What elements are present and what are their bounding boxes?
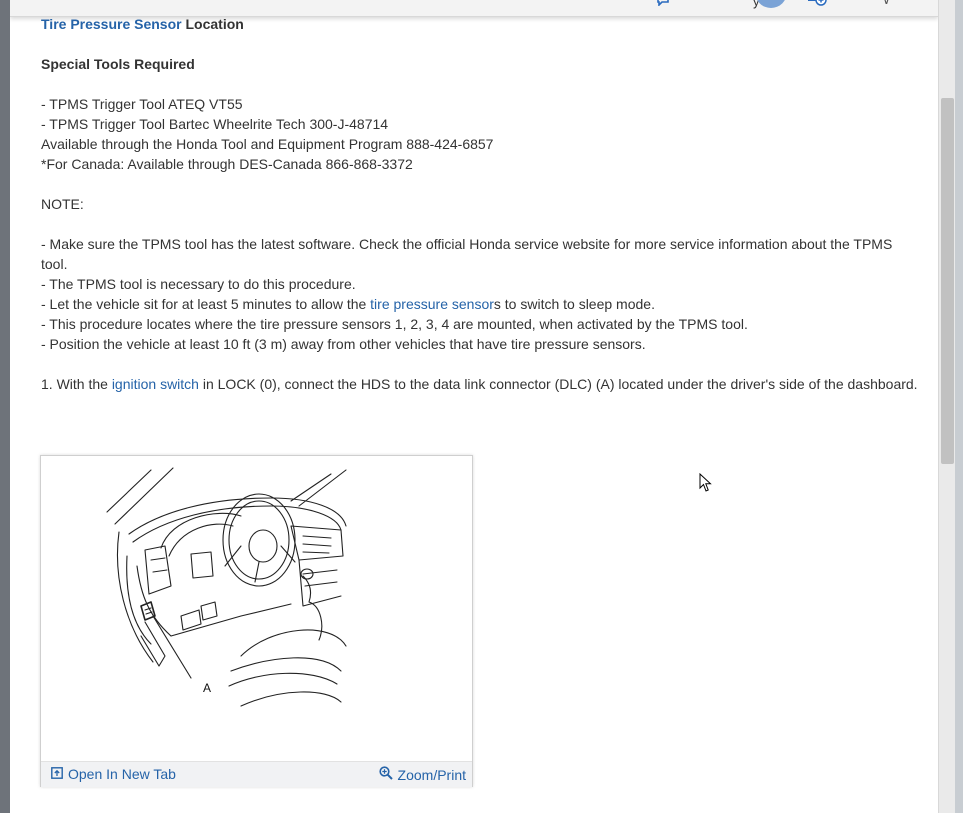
step-text: in LOCK (0), connect the HDS to the data… [198, 376, 918, 392]
note-item: - Make sure the TPMS tool has the latest… [41, 236, 893, 272]
left-window-edge [0, 0, 10, 813]
tool-item: - TPMS Trigger Tool Bartec Wheelrite Tec… [41, 116, 389, 132]
search-icon[interactable] [656, 0, 670, 7]
note-item: - This procedure locates where the tire … [41, 316, 748, 332]
dlc-location-figure: A Open In New Tab Zoom/Print [40, 455, 473, 787]
note-item: - Position the vehicle at least 10 ft (3… [41, 336, 646, 352]
page-title: Tire Pressure Sensor Location [41, 14, 921, 34]
availability-text: Available through the Honda Tool and Equ… [41, 136, 494, 152]
ignition-switch-link[interactable]: ignition switch [112, 376, 199, 392]
special-tools-heading: Special Tools Required [41, 56, 195, 72]
tool-item: - TPMS Trigger Tool ATEQ VT55 [41, 96, 243, 112]
mouse-cursor-icon [699, 473, 712, 492]
tire-pressure-sensor-title-link[interactable]: Tire Pressure Sensor [41, 16, 182, 32]
tire-pressure-sensor-link[interactable]: tire pressure sensor [370, 296, 494, 312]
open-in-new-tab-button[interactable]: Open In New Tab [51, 766, 176, 782]
vertical-scrollbar[interactable] [938, 0, 956, 813]
article-content: Tire Pressure Sensor Location Special To… [41, 14, 921, 394]
canada-availability-text: *For Canada: Available through DES-Canad… [41, 156, 413, 172]
note-heading: NOTE: [41, 196, 84, 212]
scrollbar-thumb[interactable] [941, 98, 954, 464]
add-bookmark-icon[interactable] [807, 0, 827, 6]
dashboard-illustration[interactable]: A [41, 456, 472, 756]
figure-footer: Open In New Tab Zoom/Print [41, 761, 472, 787]
more-chevron-icon[interactable]: ∨ [882, 0, 891, 7]
note-text: - Let the vehicle sit for at least 5 min… [41, 296, 371, 312]
step-text: 1. With the [41, 376, 112, 392]
document-page: y ∨ Tire Pressure Sensor Location Specia… [10, 0, 938, 813]
zoom-icon [378, 766, 393, 783]
note-text: s to switch to sleep mode. [493, 296, 655, 312]
open-in-new-tab-label: Open In New Tab [68, 766, 176, 782]
zoom-print-label: Zoom/Print [397, 766, 466, 783]
open-in-new-tab-icon [51, 766, 63, 782]
note-item: - The TPMS tool is necessary to do this … [41, 276, 356, 292]
dlc-callout-label: A [203, 681, 211, 695]
zoom-print-button[interactable]: Zoom/Print [378, 766, 466, 783]
page-title-rest: Location [181, 16, 244, 32]
right-window-edge [955, 0, 963, 813]
procedure-step-1: 1. With the ignition switch in LOCK (0),… [41, 374, 921, 394]
note-item: - Let the vehicle sit for at least 5 min… [41, 294, 921, 314]
